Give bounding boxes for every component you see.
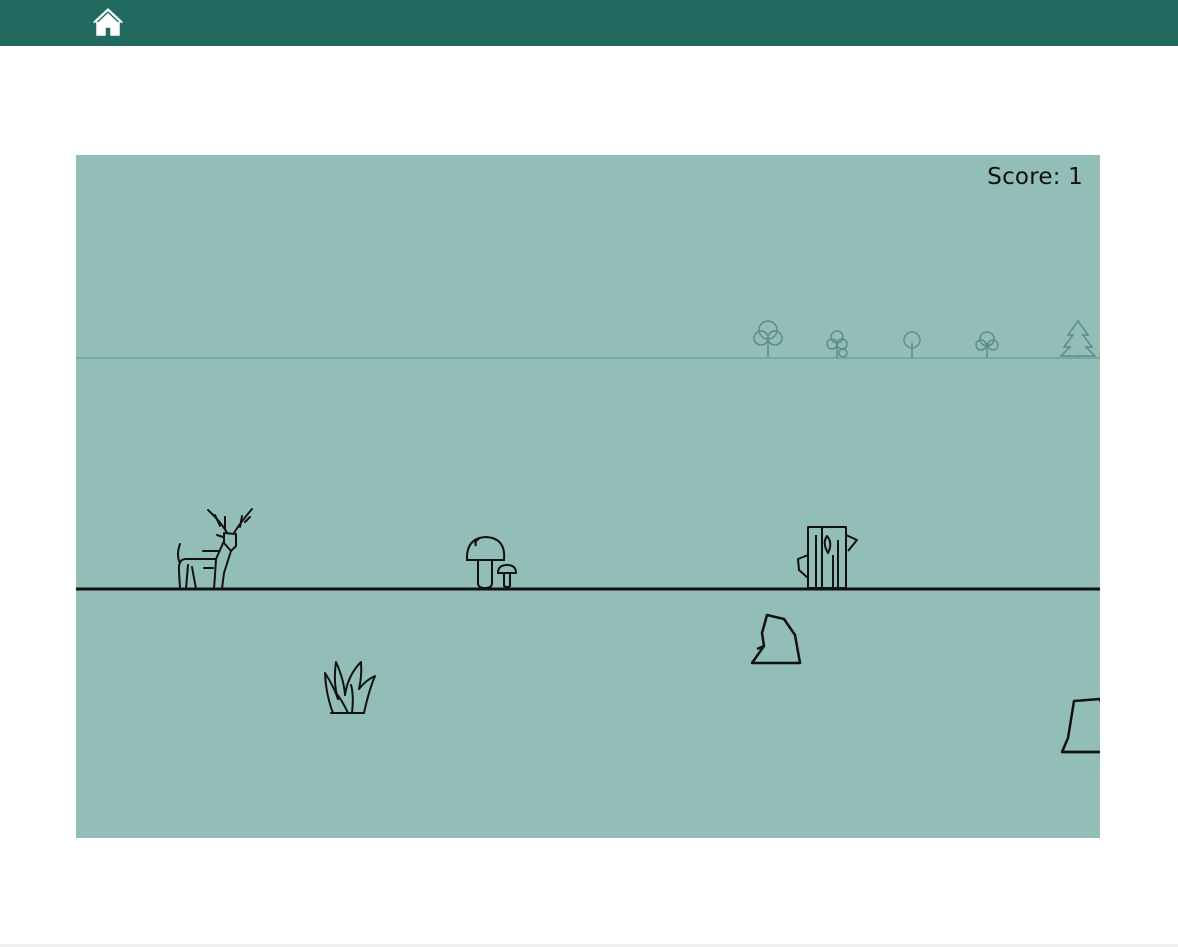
pine-tree-icon <box>1059 319 1097 358</box>
tree-stump-icon <box>797 526 858 589</box>
top-nav-bar <box>0 0 1178 46</box>
rock-icon <box>750 613 802 665</box>
home-icon[interactable] <box>92 7 124 37</box>
game-scene <box>76 319 1100 754</box>
mushroom-icon <box>465 535 518 590</box>
tree-icon <box>903 331 921 358</box>
grass-tuft-icon <box>324 661 376 714</box>
tree-icon <box>826 330 848 358</box>
tree-icon <box>753 320 783 357</box>
tree-icon <box>975 331 999 358</box>
game-canvas[interactable]: Score: 1 <box>76 155 1100 838</box>
deer-icon <box>177 508 253 590</box>
rock-icon <box>1060 697 1100 754</box>
score-display: Score: 1 <box>987 164 1083 190</box>
